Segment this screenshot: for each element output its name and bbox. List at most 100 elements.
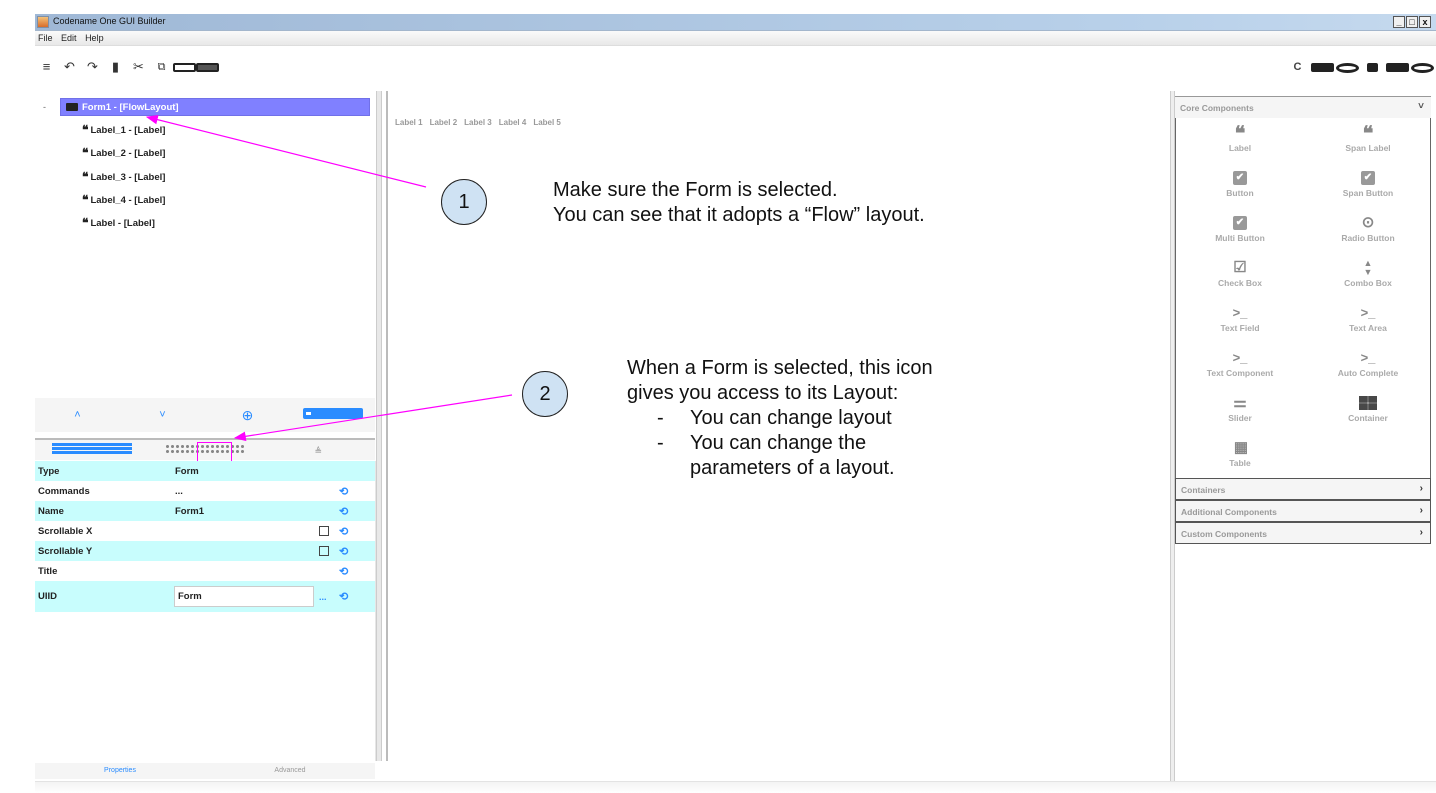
palette-item-auto-complete[interactable]: >_ Auto Complete xyxy=(1304,349,1432,378)
palette-item-text: Slider xyxy=(1228,413,1252,423)
checkbox-filled-icon-wrap: ✔ xyxy=(1304,169,1432,187)
paste-icon[interactable] xyxy=(173,60,196,74)
containers-section[interactable]: Containers › xyxy=(1175,478,1431,500)
scrollable-y-checkbox[interactable] xyxy=(319,546,329,556)
menu-icon[interactable]: ≡ xyxy=(35,60,58,74)
tab-properties-list[interactable] xyxy=(51,441,132,459)
minimize-button[interactable]: _ xyxy=(1393,16,1405,28)
palette-item-text-area[interactable]: >_ Text Area xyxy=(1304,304,1432,333)
palette-item-span-label[interactable]: ❝ Span Label xyxy=(1304,121,1432,153)
palette-item-table[interactable]: ▦ Table xyxy=(1176,439,1304,468)
annotation-bubble-1: 1 xyxy=(441,179,487,225)
tree-node-label-2[interactable]: ❝ Label_2 - [Label] xyxy=(82,144,165,162)
reset-icon[interactable]: ⟲ xyxy=(339,525,348,538)
quote-icon: ❝ xyxy=(82,123,89,137)
section-title: Containers xyxy=(1181,485,1226,495)
select-icon[interactable] xyxy=(196,60,219,74)
maximize-button[interactable]: □ xyxy=(1406,16,1418,28)
property-row-name[interactable]: Name Form1 ⟲ xyxy=(35,501,375,521)
record-icon[interactable] xyxy=(1336,60,1359,74)
tree-node-label-1[interactable]: ❝ Label_1 - [Label] xyxy=(82,121,165,139)
scrollable-x-checkbox[interactable] xyxy=(319,526,329,536)
palette-item-multi-button[interactable]: ✔ Multi Button xyxy=(1176,214,1304,243)
copy-icon[interactable]: ⧉ xyxy=(150,60,173,74)
bottom-tabs: Properties Advanced xyxy=(35,763,375,779)
reset-icon[interactable]: ⟲ xyxy=(339,590,348,603)
uiid-input[interactable]: Form xyxy=(174,586,314,607)
quote-icon: ❝ xyxy=(82,193,89,207)
play-icon[interactable] xyxy=(1411,60,1434,74)
checkbox-outline-icon: ☑ xyxy=(1233,259,1247,276)
tree-node-label: Form1 - [FlowLayout] xyxy=(82,101,179,113)
tree-node-label: Label_3 - [Label] xyxy=(90,171,166,183)
window-title: Codename One GUI Builder xyxy=(53,16,166,26)
left-splitter[interactable] xyxy=(376,91,382,761)
canvas-label-2[interactable]: Label 2 xyxy=(430,118,458,127)
tree-collapse-toggle[interactable]: - xyxy=(43,102,46,112)
checkbox-filled-icon: ✔ xyxy=(1233,216,1247,231)
palette-item-container[interactable]: Container xyxy=(1304,394,1432,423)
palette-item-span-button[interactable]: ✔ Span Button xyxy=(1304,169,1432,198)
menu-help[interactable]: Help xyxy=(82,31,107,45)
palette-item-text-component[interactable]: >_ Text Component xyxy=(1176,349,1304,378)
toolbar: ≡ ↶ ↷ ▮ ✂ ⧉ C xyxy=(35,46,1436,88)
menu-file[interactable]: File xyxy=(35,31,56,45)
move-down-button[interactable]: ˅ xyxy=(133,409,193,421)
tab-advanced[interactable]: Advanced xyxy=(205,763,375,779)
property-key: UIID xyxy=(38,591,57,602)
tree-node-form1[interactable]: Form1 - [FlowLayout] xyxy=(60,98,370,116)
image-icon[interactable] xyxy=(1361,60,1384,74)
palette-item-text: Container xyxy=(1348,413,1388,423)
tree-node-label-5[interactable]: ❝ Label - [Label] xyxy=(82,214,155,232)
chevron-right-icon: › xyxy=(1419,527,1423,538)
palette-item-text-field[interactable]: >_ Text Field xyxy=(1176,304,1304,333)
add-component-button[interactable]: ⊕ xyxy=(218,407,278,424)
palette-item-text: Table xyxy=(1229,458,1251,468)
quote-icon: ❝ xyxy=(1362,121,1374,145)
quote-icon: ❝ xyxy=(82,170,89,184)
redo-icon[interactable]: ↷ xyxy=(81,60,104,74)
uiid-more-button[interactable]: ... xyxy=(319,592,327,602)
annotation-line: When a Form is selected, this icon xyxy=(627,357,933,379)
palette-item-text: Span Button xyxy=(1342,188,1394,198)
property-row-uiid: UIID Form ... ⟲ xyxy=(35,581,375,612)
property-row-title[interactable]: Title ⟲ xyxy=(35,561,375,581)
reset-icon[interactable]: ⟲ xyxy=(339,505,348,518)
palette-item-text: Text Component xyxy=(1206,368,1274,378)
canvas-label-1[interactable]: Label 1 xyxy=(395,118,423,127)
reset-icon[interactable]: ⟲ xyxy=(339,485,348,498)
property-value[interactable]: Form1 xyxy=(175,506,204,517)
delete-icon[interactable]: ▮ xyxy=(104,60,127,74)
palette-item-combo-box[interactable]: ▲ ▼ Combo Box xyxy=(1304,259,1432,289)
palette-item-check-box[interactable]: ☑ Check Box xyxy=(1176,259,1304,288)
tree-node-label-3[interactable]: ❝ Label_3 - [Label] xyxy=(82,168,165,186)
tree-node-label-4[interactable]: ❝ Label_4 - [Label] xyxy=(82,191,165,209)
refresh-icon[interactable]: C xyxy=(1286,60,1309,74)
save-icon[interactable] xyxy=(1386,60,1409,74)
section-title: Additional Components xyxy=(1181,507,1277,517)
menu-edit[interactable]: Edit xyxy=(58,31,80,45)
palette-item-slider[interactable]: ⚌ Slider xyxy=(1176,394,1304,423)
tab-style[interactable]: ≜ xyxy=(278,441,358,459)
canvas-label-5[interactable]: Label 5 xyxy=(533,118,561,127)
canvas-label-3[interactable]: Label 3 xyxy=(464,118,492,127)
tab-properties[interactable]: Properties xyxy=(35,763,205,779)
custom-components-section[interactable]: Custom Components › xyxy=(1175,522,1431,544)
undo-icon[interactable]: ↶ xyxy=(58,60,81,74)
close-button[interactable]: x xyxy=(1419,16,1431,28)
palette-item-radio-button[interactable]: ⊙ Radio Button xyxy=(1304,214,1432,243)
property-key: Type xyxy=(38,465,60,477)
core-components-header[interactable]: Core Components ˅ xyxy=(1175,96,1431,118)
additional-components-section[interactable]: Additional Components › xyxy=(1175,500,1431,522)
cut-icon[interactable]: ✂ xyxy=(127,60,150,74)
palette-item-button[interactable]: ✔ Button xyxy=(1176,169,1304,198)
preview-icon[interactable] xyxy=(1311,60,1334,74)
property-value[interactable]: ... xyxy=(175,486,183,497)
add-container-button[interactable] xyxy=(302,408,363,422)
move-up-button[interactable]: ˄ xyxy=(48,409,108,421)
property-row-commands[interactable]: Commands ... ⟲ xyxy=(35,481,375,501)
reset-icon[interactable]: ⟲ xyxy=(339,565,348,578)
reset-icon[interactable]: ⟲ xyxy=(339,545,348,558)
canvas-label-4[interactable]: Label 4 xyxy=(499,118,527,127)
palette-item-label[interactable]: ❝ Label xyxy=(1176,123,1304,153)
